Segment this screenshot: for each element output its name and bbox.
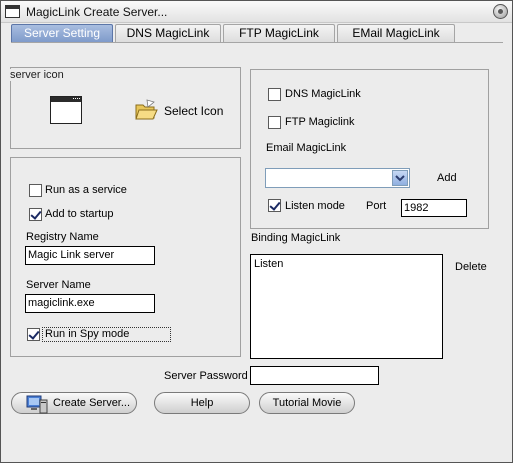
ftp-magiclink-label: FTP Magiclink [285, 116, 355, 128]
help-button[interactable]: Help [154, 392, 250, 414]
list-item[interactable]: Listen [254, 258, 283, 270]
spy-mode-label: Run in Spy mode [42, 327, 171, 342]
binding-magiclink-label: Binding MagicLink [251, 232, 341, 244]
ftp-magiclink-checkbox[interactable] [268, 116, 281, 129]
select-icon-label[interactable]: Select Icon [164, 105, 223, 118]
server-password-field[interactable] [250, 366, 379, 385]
registry-name-field[interactable]: Magic Link server [25, 246, 155, 265]
add-to-startup-checkbox[interactable] [29, 208, 42, 221]
port-field[interactable]: 1982 [401, 199, 467, 217]
window-app-icon [5, 5, 20, 18]
tab-server-setting[interactable]: Server Setting [11, 24, 113, 43]
delete-binding-button[interactable]: Delete [455, 261, 487, 274]
server-name-label: Server Name [26, 279, 91, 291]
server-password-label: Server Password [164, 370, 248, 382]
window-title: MagicLink Create Server... [26, 5, 168, 19]
email-magiclink-dropdown[interactable] [265, 168, 410, 188]
run-as-service-label: Run as a service [45, 184, 127, 196]
create-server-button[interactable]: Create Server... [11, 392, 137, 414]
server-computer-icon [26, 395, 48, 414]
tab-email-magiclink[interactable]: EMail MagicLink [337, 24, 455, 43]
binding-list[interactable]: Listen [250, 254, 443, 359]
folder-open-icon[interactable] [134, 98, 158, 122]
listen-mode-label: Listen mode [285, 200, 345, 212]
create-server-window: MagicLink Create Server... Server Settin… [0, 0, 513, 463]
window-preview-icon [50, 96, 82, 124]
tab-divider [11, 42, 503, 43]
run-as-service-checkbox[interactable] [29, 184, 42, 197]
email-magiclink-label: Email MagicLink [266, 142, 347, 154]
create-server-label: Create Server... [53, 397, 131, 409]
listen-mode-checkbox[interactable] [268, 199, 281, 212]
port-label: Port [366, 200, 387, 212]
tab-ftp-magiclink[interactable]: FTP MagicLink [223, 24, 335, 43]
dns-magiclink-checkbox[interactable] [268, 88, 281, 101]
spy-mode-checkbox[interactable] [27, 328, 40, 341]
add-email-button[interactable]: Add [437, 172, 457, 185]
dns-magiclink-label: DNS MagicLink [285, 88, 361, 100]
registry-name-label: Registry Name [26, 231, 99, 243]
chevron-down-icon[interactable] [392, 170, 408, 186]
add-to-startup-label: Add to startup [45, 208, 114, 220]
server-icon-group-label: server icon [9, 69, 65, 81]
server-name-field[interactable]: magiclink.exe [25, 294, 155, 313]
close-icon[interactable] [493, 4, 508, 19]
tutorial-movie-button[interactable]: Tutorial Movie [259, 392, 355, 414]
title-bar[interactable]: MagicLink Create Server... [1, 1, 512, 23]
tab-dns-magiclink[interactable]: DNS MagicLink [115, 24, 221, 43]
